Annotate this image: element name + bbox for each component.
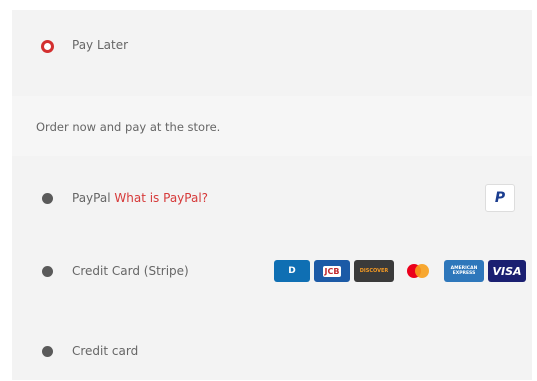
jcb-logo-text: JCB [322, 265, 342, 277]
credit-card-radio[interactable] [42, 346, 53, 357]
what-is-paypal-link[interactable]: What is PayPal? [114, 191, 208, 205]
diners-logo-text: D [288, 266, 296, 276]
paypal-label-text: PayPal [72, 191, 111, 205]
payment-option-pay-later[interactable]: Pay Later [12, 10, 532, 80]
jcb-logo-icon: JCB [314, 260, 350, 282]
diners-club-logo-icon: D [274, 260, 310, 282]
visa-logo-text: VISA [492, 264, 522, 278]
amex-logo-icon: AMERICAN EXPRESS [444, 260, 484, 282]
stripe-radio[interactable] [42, 266, 53, 277]
credit-card-label: Credit card [72, 344, 139, 358]
stripe-label: Credit Card (Stripe) [72, 264, 189, 278]
paypal-radio[interactable] [42, 193, 53, 204]
pay-later-description: Order now and pay at the store. [36, 120, 221, 134]
amex-logo-text: AMERICAN EXPRESS [450, 266, 478, 276]
mastercard-logo-icon [398, 260, 438, 282]
payment-option-stripe[interactable]: Credit Card (Stripe) D JCB DISCOVER AMER… [12, 240, 532, 300]
paypal-logo-icon: P [485, 184, 515, 212]
paypal-label: PayPal What is PayPal? [72, 191, 208, 205]
payment-option-paypal[interactable]: PayPal What is PayPal? P [12, 170, 532, 230]
discover-logo-icon: DISCOVER [354, 260, 394, 282]
payment-methods-panel: Pay Later Order now and pay at the store… [12, 10, 532, 380]
pay-later-description-box: Order now and pay at the store. [12, 96, 532, 156]
pay-later-radio[interactable] [41, 40, 54, 53]
payment-option-credit-card[interactable]: Credit card [12, 320, 532, 375]
pay-later-label: Pay Later [72, 38, 129, 52]
discover-logo-text: DISCOVER [359, 268, 389, 274]
mastercard-circles [407, 264, 429, 278]
paypal-logo-text: P [494, 190, 506, 206]
visa-logo-icon: VISA [488, 260, 526, 282]
